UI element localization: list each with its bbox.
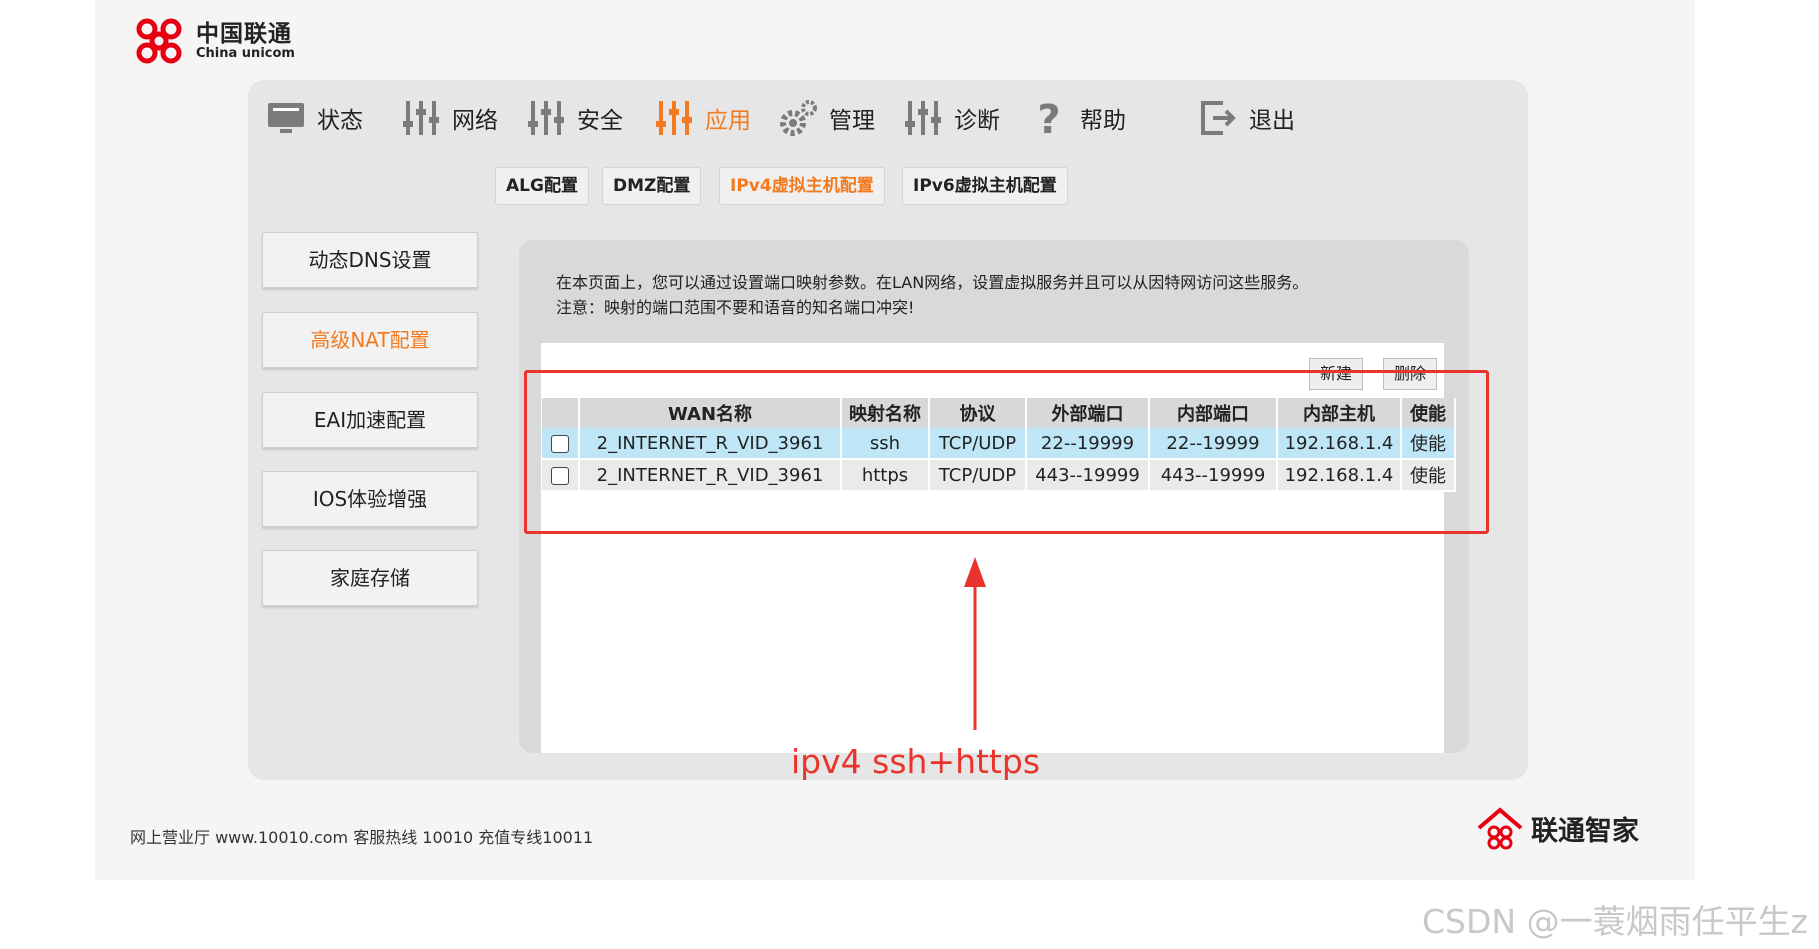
tab-ipv6-virtual-host[interactable]: IPv6虚拟主机配置 [902,167,1068,205]
sliders-icon [656,101,692,135]
nav-label: 安全 [577,108,623,134]
china-unicom-logo: 中国联通 China unicom [130,14,295,68]
page-description: 在本页面上，您可以通过设置端口映射参数。在LAN网络，设置虚拟服务并且可以从因特… [556,270,1308,320]
nav-label: 帮助 [1080,108,1126,134]
nav-label: 网络 [452,108,498,134]
nav-label: 状态 [317,108,363,134]
monitor-icon [268,103,304,133]
sidebar-item-ddns[interactable]: 动态DNS设置 [262,232,478,288]
logo-text-cn: 中国联通 [196,21,292,47]
nav-logout[interactable]: 退出 [1197,88,1295,148]
unicom-smart-home-logo: 联通智家 [1475,806,1639,850]
nav-label: 管理 [829,108,875,134]
sidebar-item-eai[interactable]: EAI加速配置 [262,392,478,448]
annotation-box [524,370,1489,534]
nav-help[interactable]: ? 帮助 [1028,88,1126,148]
nav-label: 退出 [1249,108,1295,134]
sliders-icon [403,101,439,135]
gear-icon [780,100,817,136]
unicom-knot-icon [136,18,182,64]
svg-text:?: ? [1037,97,1060,139]
nav-network[interactable]: 网络 [400,88,498,148]
logo-text-en: China unicom [196,46,295,61]
nav-status[interactable]: 状态 [265,88,363,148]
footer-info: 网上营业厅 www.10010.com 客服热线 10010 充值专线10011 [130,828,594,847]
sidebar-item-home-storage[interactable]: 家庭存储 [262,550,478,606]
brand-text: 联通智家 [1531,815,1639,847]
tab-alg[interactable]: ALG配置 [495,167,589,205]
annotation-label: ipv4 ssh+https [791,742,1041,781]
logout-icon [1201,101,1236,135]
tab-ipv4-virtual-host[interactable]: IPv4虚拟主机配置 [719,167,885,205]
nav-label: 应用 [705,108,751,134]
description-line-1: 在本页面上，您可以通过设置端口映射参数。在LAN网络，设置虚拟服务并且可以从因特… [556,273,1309,292]
description-line-2: 注意：映射的端口范围不要和语音的知名端口冲突! [556,298,915,317]
sliders-icon [528,101,564,135]
nav-management[interactable]: 管理 [777,88,875,148]
csdn-watermark: CSDN @一蓑烟雨任平生z [1422,902,1808,941]
house-knot-icon [1477,807,1523,850]
nav-label: 诊断 [954,108,1000,134]
sidebar-item-advanced-nat[interactable]: 高级NAT配置 [262,312,478,368]
tab-dmz[interactable]: DMZ配置 [602,167,702,205]
nav-security[interactable]: 安全 [525,88,623,148]
question-icon: ? [1037,97,1060,139]
sidebar-item-ios[interactable]: IOS体验增强 [262,471,478,527]
nav-application[interactable]: 应用 [653,88,751,148]
nav-diagnosis[interactable]: 诊断 [902,88,1000,148]
sliders-icon [905,101,941,135]
top-nav: 状态 网络 安全 应用 管理 诊断 ? 帮助 退出 [265,88,1505,148]
annotation-arrow-icon [964,557,986,730]
